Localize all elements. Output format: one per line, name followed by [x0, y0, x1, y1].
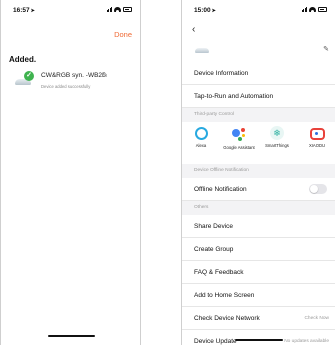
signal-icon [106, 7, 112, 12]
row-label: Check Device Network [194, 315, 260, 322]
row-label: Device Update [194, 338, 237, 345]
status-icons [301, 7, 327, 12]
section-others: Others [182, 201, 335, 215]
row-share-device[interactable]: Share Device [182, 215, 335, 238]
row-check-device-network[interactable]: Check Device Network Check Now [182, 307, 335, 330]
third-party-label: Google Assistant [223, 145, 255, 150]
device-status: Device added successfully [41, 84, 91, 89]
offline-notification-toggle[interactable] [309, 184, 327, 194]
row-label: FAQ & Feedback [194, 269, 244, 276]
row-label: Share Device [194, 223, 234, 230]
wifi-icon [114, 7, 121, 12]
third-party-label: Alexa [195, 143, 207, 148]
third-party-xiaodu[interactable]: XIAODU [300, 126, 334, 148]
device-added-screen: 16:57➤ Done Added. ✓ CW&RGB syn. -WB2L ✎… [0, 0, 141, 345]
row-add-to-home-screen[interactable]: Add to Home Screen [182, 284, 335, 307]
status-icons [106, 7, 132, 12]
row-offline-notification: Offline Notification [182, 178, 335, 201]
edit-icon[interactable]: ✎ [323, 45, 329, 53]
third-party-label: SmartThings [265, 143, 289, 148]
edit-name-icon[interactable]: ✎ [102, 71, 108, 79]
location-arrow-icon: ➤ [211, 8, 216, 14]
added-device-row[interactable]: ✓ CW&RGB syn. -WB2L ✎ Device added succe… [15, 70, 135, 94]
third-party-smartthings[interactable]: ❄ SmartThings [260, 126, 294, 148]
third-party-alexa[interactable]: Alexa [184, 126, 218, 148]
third-party-controls: Alexa Google Assistant ❄ SmartThings XIA… [182, 122, 335, 164]
status-bar: 15:00➤ [182, 0, 335, 20]
status-bar: 16:57➤ [1, 0, 140, 20]
status-time: 16:57➤ [13, 7, 35, 14]
page-title: Added. [9, 55, 37, 64]
section-offline-notification: Device Offline Notification [182, 164, 335, 178]
smartthings-icon: ❄ [270, 126, 284, 140]
row-device-information[interactable]: Device Information [182, 62, 335, 85]
home-indicator[interactable] [235, 339, 283, 341]
status-time: 15:00➤ [194, 7, 216, 14]
device-header: ✎ [182, 40, 335, 62]
nav-bar: ‹ [182, 20, 335, 40]
wifi-icon [309, 7, 316, 12]
row-label: Tap-to-Run and Automation [194, 93, 274, 100]
location-arrow-icon: ➤ [30, 8, 35, 14]
google-assistant-icon [231, 126, 247, 142]
row-label: Create Group [194, 246, 234, 253]
check-now-value: Check Now [304, 316, 329, 321]
row-label: Add to Home Screen [194, 292, 255, 299]
device-settings-screen: 15:00➤ ‹ ✎ Device Information Tap-to-Run… [181, 0, 335, 345]
third-party-label: XIAODU [308, 143, 326, 148]
row-tap-to-run[interactable]: Tap-to-Run and Automation [182, 85, 335, 108]
device-name: CW&RGB syn. -WB2L [41, 72, 106, 79]
ceiling-lamp-icon [195, 48, 209, 53]
row-label: Offline Notification [194, 186, 247, 193]
section-third-party: Third-party Control [182, 108, 335, 122]
device-update-value: No updates available [284, 339, 329, 344]
alexa-icon [194, 127, 208, 140]
battery-icon [318, 7, 327, 12]
battery-icon [123, 7, 132, 12]
xiaodu-icon [309, 128, 325, 140]
row-device-update[interactable]: Device Update No updates available [182, 330, 335, 345]
row-label: Device Information [194, 70, 249, 77]
third-party-google-assistant[interactable]: Google Assistant [222, 126, 256, 150]
check-icon: ✓ [24, 71, 34, 81]
row-faq-feedback[interactable]: FAQ & Feedback [182, 261, 335, 284]
done-button[interactable]: Done [114, 30, 132, 39]
signal-icon [301, 7, 307, 12]
row-create-group[interactable]: Create Group [182, 238, 335, 261]
home-indicator[interactable] [48, 335, 95, 337]
back-chevron-icon[interactable]: ‹ [192, 24, 195, 35]
